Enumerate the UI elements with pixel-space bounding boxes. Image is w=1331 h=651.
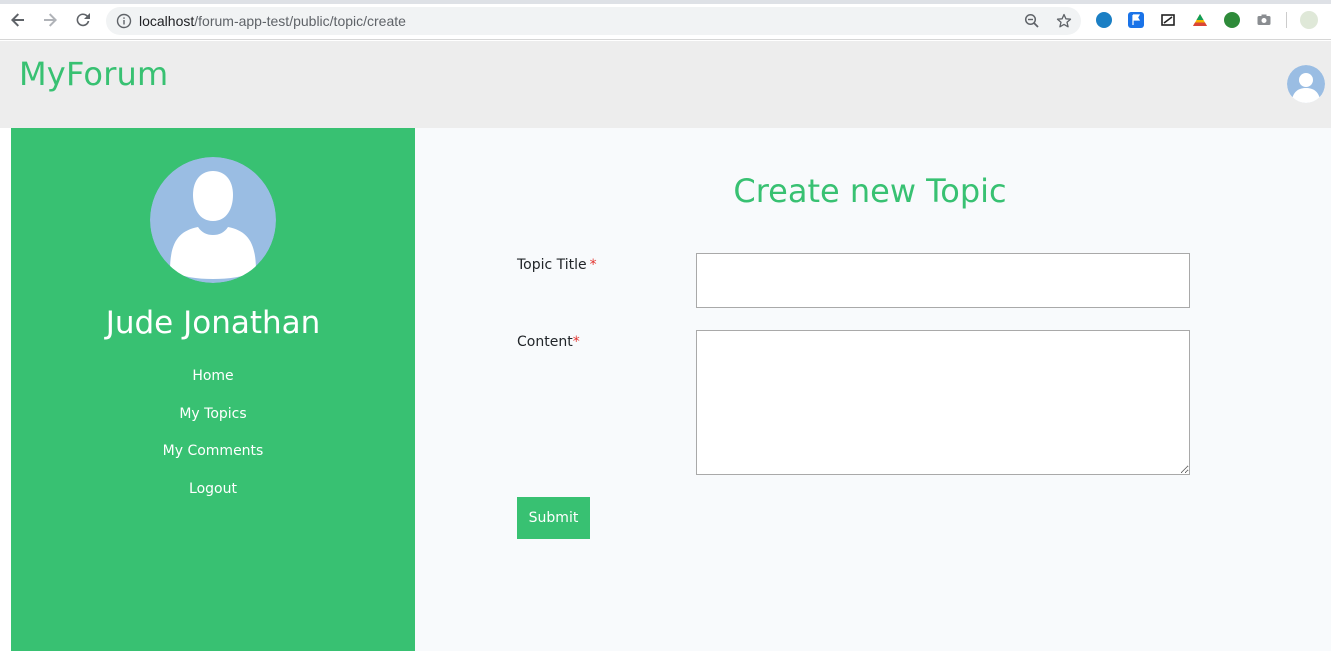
extension-icon-2[interactable] (1128, 12, 1144, 28)
address-bar[interactable]: localhost/forum-app-test/public/topic/cr… (106, 7, 1081, 35)
sidebar: Jude Jonathan Home My Topics My Comments… (11, 128, 415, 651)
profile-avatar-icon (150, 157, 276, 283)
url-path: /forum-app-test/public/topic/create (194, 13, 406, 29)
user-name: Jude Jonathan (105, 305, 321, 341)
user-avatar-icon[interactable] (1287, 65, 1325, 103)
tab-strip (0, 0, 1331, 4)
nav-link-my-topics[interactable]: My Topics (179, 404, 246, 424)
submit-button[interactable]: Submit (517, 497, 590, 539)
extension-icon-1[interactable] (1096, 12, 1112, 28)
main-content: Create new Topic Topic Title * Content* S… (415, 128, 1331, 651)
toolbar-divider (1286, 12, 1287, 28)
content-label-text: Content (517, 334, 573, 350)
reload-icon[interactable] (74, 11, 92, 29)
topic-title-label: Topic Title * (517, 257, 597, 273)
app-header: MyForum (0, 41, 1331, 128)
sidebar-item-logout: Logout (11, 479, 415, 517)
required-mark: * (572, 334, 580, 350)
sidebar-item-home: Home (11, 366, 415, 404)
profile-icon[interactable] (1300, 11, 1318, 29)
browser-toolbar: localhost/forum-app-test/public/topic/cr… (0, 0, 1331, 40)
topic-title-input[interactable] (696, 253, 1190, 308)
url-host: localhost (139, 13, 195, 29)
topic-title-label-text: Topic Title (517, 257, 587, 273)
extension-icon-3[interactable] (1160, 12, 1176, 28)
sidebar-item-my-comments: My Comments (11, 441, 415, 479)
nav-link-home[interactable]: Home (192, 366, 233, 386)
forward-arrow-icon[interactable] (41, 11, 59, 29)
extension-icon-4[interactable] (1192, 12, 1208, 28)
back-arrow-icon[interactable] (9, 11, 27, 29)
extension-icon-5[interactable] (1224, 12, 1240, 28)
nav-link-my-comments[interactable]: My Comments (163, 441, 264, 461)
star-icon[interactable] (1056, 13, 1072, 29)
info-icon[interactable] (116, 13, 132, 29)
brand-logo[interactable]: MyForum (19, 55, 168, 93)
camera-icon[interactable] (1256, 12, 1272, 28)
url-text: localhost/forum-app-test/public/topic/cr… (139, 13, 406, 29)
content-textarea[interactable] (696, 330, 1190, 475)
nav-link-logout[interactable]: Logout (189, 479, 237, 499)
sidebar-nav: Home My Topics My Comments Logout (11, 366, 415, 516)
required-mark: * (589, 257, 597, 273)
page-title: Create new Topic (733, 172, 1007, 210)
sidebar-item-my-topics: My Topics (11, 404, 415, 442)
content-label: Content* (517, 334, 580, 350)
zoom-icon[interactable] (1024, 13, 1040, 29)
